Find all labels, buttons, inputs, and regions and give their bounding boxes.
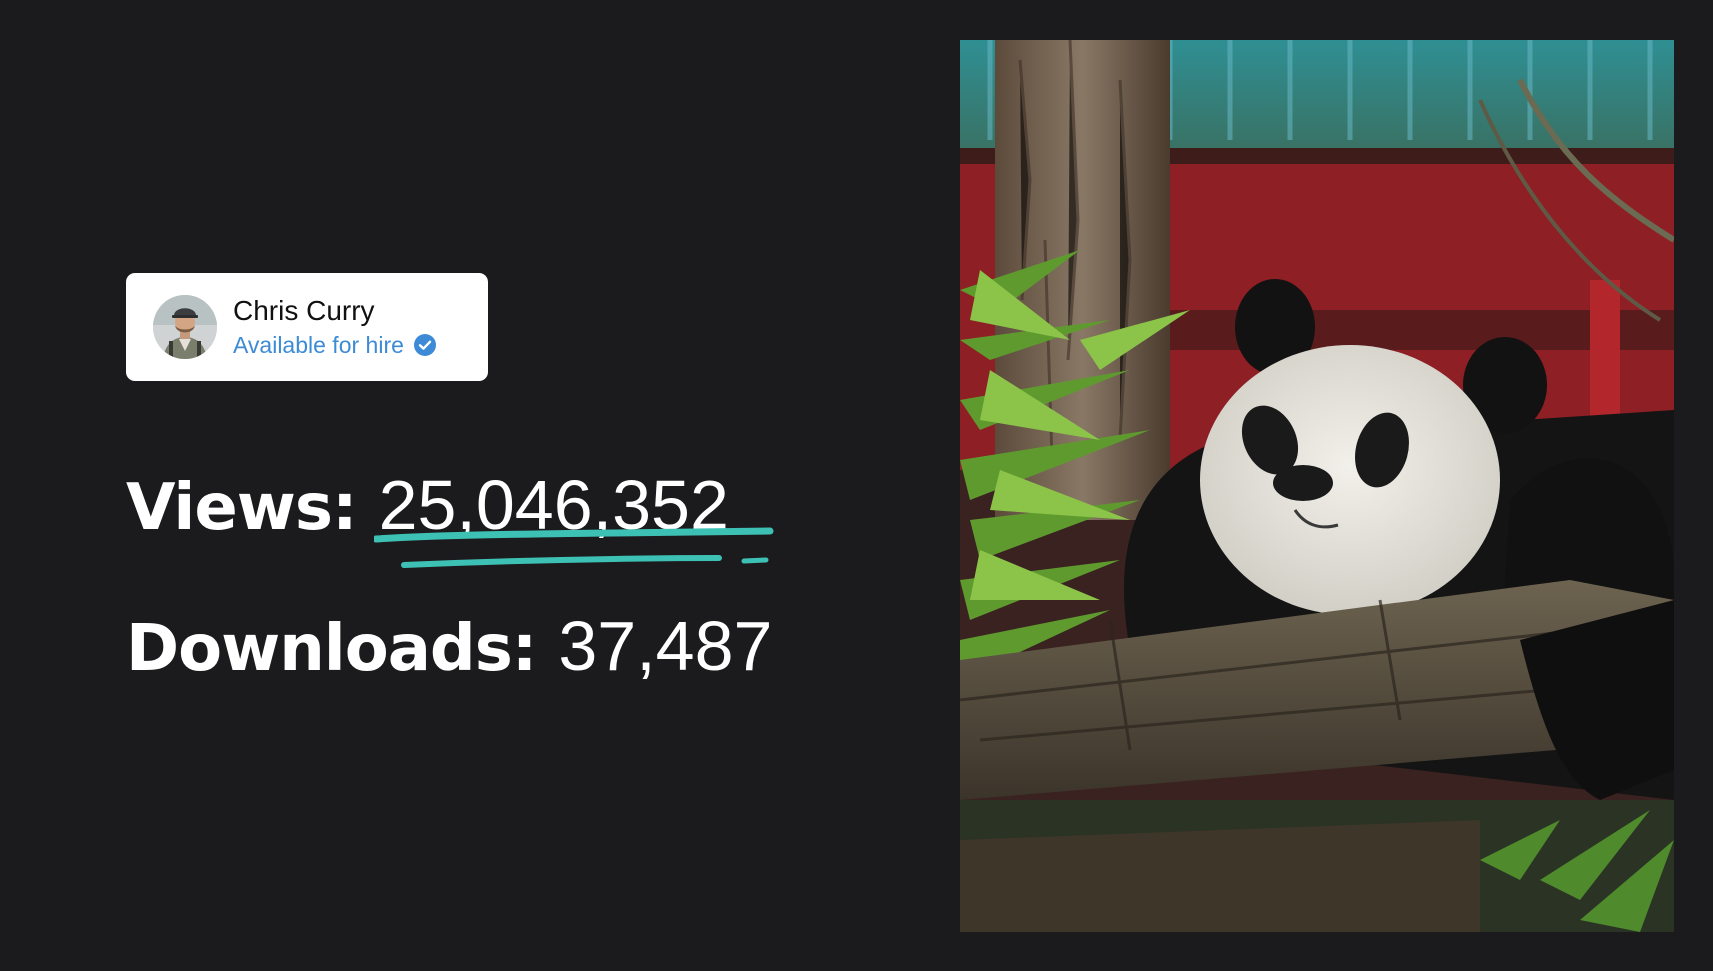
brush-underline [374,527,774,568]
panda-photo [960,40,1674,932]
views-label: Views: [126,471,358,545]
downloads-label: Downloads: [126,612,537,686]
downloads-stat: Downloads: 37,487 [126,606,772,686]
downloads-value: 37,487 [558,607,773,685]
avatar[interactable] [153,295,217,359]
verified-check-icon [413,334,436,356]
profile-card[interactable]: Chris Curry Available for hire [126,273,488,381]
availability-status: Available for hire [233,332,404,358]
profile-name[interactable]: Chris Curry [233,294,436,328]
